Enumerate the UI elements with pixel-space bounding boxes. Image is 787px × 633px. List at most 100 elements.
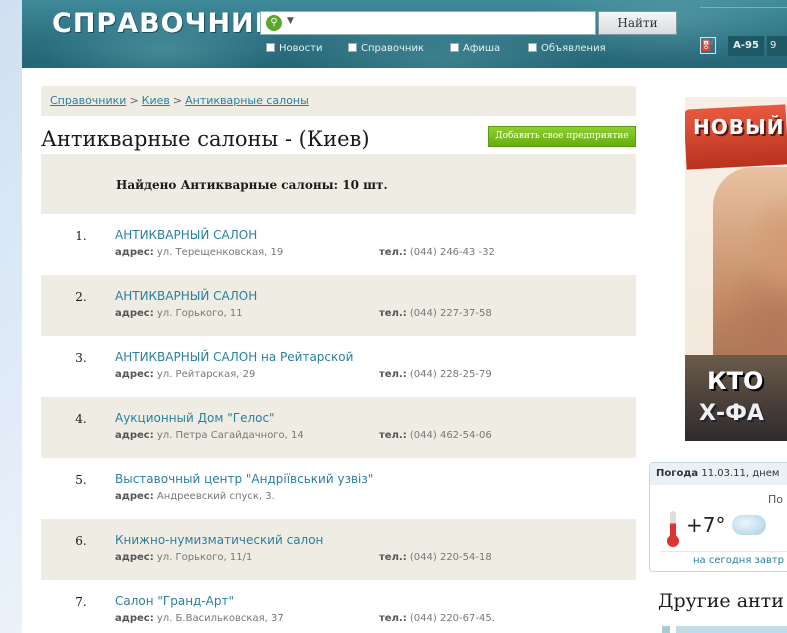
address-label: адрес: [115,430,154,441]
item-address: адрес: ул. Терещенковская, 19 [115,247,283,258]
breadcrumb-separator: > [129,94,139,107]
option-label: Объявления [541,43,606,54]
phone-label: тел.: [379,308,407,319]
checkbox[interactable] [450,43,459,52]
item-name-link[interactable]: Салон "Гранд-Арт" [115,594,234,608]
item-name-link[interactable]: АНТИКВАРНЫЙ САЛОН на Рейтарской [115,350,353,364]
item-phone: тел.: (044) 227-37-58 [379,308,492,319]
option-label: Новости [279,43,323,54]
item-phone: тел.: (044) 228-25-79 [379,369,492,380]
item-phone: тел.: (044) 220-54-18 [379,552,492,563]
header-top-right-strip [700,0,787,8]
phone-label: тел.: [379,247,407,258]
phone-value: (044) 220-67-45. [409,613,495,624]
option-news[interactable]: Новости [266,43,322,54]
thermometer-bulb-icon [667,535,679,547]
ad-bottom-text-2: Х-ФА [699,401,764,426]
divider [660,551,787,552]
item-number: 4. [75,412,87,426]
add-business-button[interactable]: Добавить свое предприятие [488,126,636,147]
item-address: адрес: ул. Горького, 11/1 [115,552,252,563]
option-ads[interactable]: Объявления [528,43,606,54]
ad-bottom-text-1: КТО [707,367,764,395]
list-item: 5. Выставочный центр "Андріївський узвіз… [41,458,636,519]
weather-period-links[interactable]: на сегодня завтр [693,555,784,566]
item-address: адрес: ул. Петра Сагайдачного, 14 [115,430,304,441]
phone-value: (044) 220-54-18 [409,552,492,563]
item-name-link[interactable]: АНТИКВАРНЫЙ САЛОН [115,289,257,303]
checkbox[interactable] [266,43,275,52]
address-label: адрес: [115,308,154,319]
address-label: адрес: [115,369,154,380]
search-input[interactable] [305,14,590,32]
item-number: 6. [75,534,87,548]
phone-label: тел.: [379,369,407,380]
weather-city: По [768,493,784,506]
list-item: 4. Аукционный Дом "Гелос" адрес: ул. Пет… [41,397,636,458]
address-value: ул. Терещенковская, 19 [156,247,284,258]
checkbox[interactable] [528,43,537,52]
option-afisha[interactable]: Афиша [450,43,500,54]
address-value: ул. Б.Васильковская, 37 [156,613,284,624]
weather-date: 11.03.11, днем [701,468,780,479]
breadcrumb: Справочники > Киев > Антикварные салоны [41,86,636,116]
address-value: ул. Петра Сагайдачного, 14 [156,430,304,441]
option-label: Афиша [463,43,501,54]
fuel-pump-icon: ⛽ [700,37,716,54]
address-label: адрес: [115,491,154,502]
address-value: ул. Рейтарская, 29 [156,369,256,380]
weather-header: Погода 11.03.11, днем [650,463,787,485]
phone-value: (044) 227-37-58 [409,308,492,319]
browser-page: СПРАВОЧНИКИ ⚲ ▼ Найти Новости Справочник… [22,0,787,633]
other-section-link[interactable] [662,626,787,633]
address-value: ул. Горького, 11 [156,308,243,319]
item-address: адрес: Андреевский спуск, 3. [115,491,275,502]
list-item: 6. Книжно-нумизматический салон адрес: у… [41,519,636,580]
advertisement-banner[interactable]: НОВЫЙ КТО Х-ФА [685,97,787,441]
search-button[interactable]: Найти [598,11,677,35]
site-header: СПРАВОЧНИКИ ⚲ ▼ Найти Новости Справочник… [22,0,787,68]
results-summary: Найдено Антикварные салоны: 10 шт. [41,154,636,214]
checkbox[interactable] [348,43,357,52]
chevron-down-icon[interactable]: ▼ [287,16,294,26]
weather-title: Погода [656,468,699,479]
phone-label: тел.: [379,613,407,624]
item-phone: тел.: (044) 462-54-06 [379,430,492,441]
cloud-icon [732,515,766,535]
list-item: 7. Салон "Гранд-Арт" адрес: ул. Б.Василь… [41,580,636,633]
phone-value: (044) 246-43 -32 [409,247,495,258]
temperature: +7° [686,513,726,537]
option-directory[interactable]: Справочник [348,43,424,54]
option-label: Справочник [361,43,424,54]
item-address: адрес: ул. Рейтарская, 29 [115,369,255,380]
item-number: 2. [75,290,87,304]
breadcrumb-antique-salons[interactable]: Антикварные салоны [185,94,309,107]
results-count: Найдено Антикварные салоны: 10 шт. [116,178,388,192]
phone-label: тел.: [379,430,407,441]
fuel-price: 9 [767,36,787,56]
page-title: Антикварные салоны - (Киев) [41,127,370,151]
phone-value: (044) 462-54-06 [409,430,492,441]
breadcrumb-directories[interactable]: Справочники [50,94,126,107]
item-name-link[interactable]: Книжно-нумизматический салон [115,533,323,547]
address-label: адрес: [115,247,154,258]
item-phone: тел.: (044) 246-43 -32 [379,247,495,258]
ad-bottom-panel: КТО Х-ФА [685,355,787,441]
fuel-type-badge[interactable]: А-95 [728,36,764,56]
address-label: адрес: [115,552,154,563]
item-name-link[interactable]: Выставочный центр "Андріївський узвіз" [115,472,373,486]
list-item: 2. АНТИКВАРНЫЙ САЛОН адрес: ул. Горького… [41,275,636,336]
item-name-link[interactable]: АНТИКВАРНЫЙ САЛОН [115,228,257,242]
address-value: ул. Горького, 11/1 [156,552,253,563]
breadcrumb-kiev[interactable]: Киев [142,94,170,107]
phone-label: тел.: [379,552,407,563]
item-phone: тел.: (044) 220-67-45. [379,613,495,624]
item-name-link[interactable]: Аукционный Дом "Гелос" [115,411,275,425]
search-engine-icon[interactable]: ⚲ [266,15,282,31]
list-item: 1. АНТИКВАРНЫЙ САЛОН адрес: ул. Терещенк… [41,214,636,275]
address-value: Андреевский спуск, 3. [156,491,275,502]
search-box[interactable]: ⚲ ▼ [260,11,596,35]
item-address: адрес: ул. Б.Васильковская, 37 [115,613,284,624]
item-number: 3. [75,351,87,365]
weather-widget: Погода 11.03.11, днем По +7° на сегодня … [649,462,787,572]
